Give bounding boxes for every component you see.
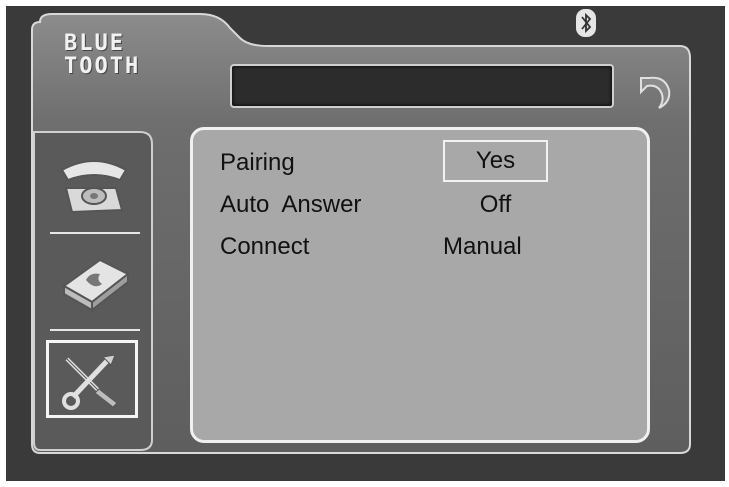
back-button[interactable] [633,70,675,112]
sidebar-divider [50,329,140,331]
app-title-line2: TOOTH [64,54,141,79]
pairing-value[interactable]: Yes [443,140,548,182]
sidebar-item-settings[interactable] [46,340,138,418]
sidebar-divider [50,232,140,234]
sidebar-item-phone[interactable] [44,140,144,228]
sidebar-item-phonebook[interactable] [44,238,144,326]
connect-value[interactable]: Manual [443,233,533,261]
back-arrow-icon [640,76,671,109]
app-title: BLUE TOOTH [64,32,140,78]
phonebook-icon [62,258,130,313]
auto-answer-label: Auto Answer [220,191,362,218]
bluetooth-icon [575,8,597,38]
app-title-line1: BLUE [64,31,125,56]
telephone-icon [60,160,128,214]
auto-answer-value[interactable]: Off [443,191,548,219]
tools-icon [62,354,118,410]
status-display [230,64,614,108]
connect-label: Connect [220,233,310,260]
pairing-label: Pairing [220,149,295,176]
